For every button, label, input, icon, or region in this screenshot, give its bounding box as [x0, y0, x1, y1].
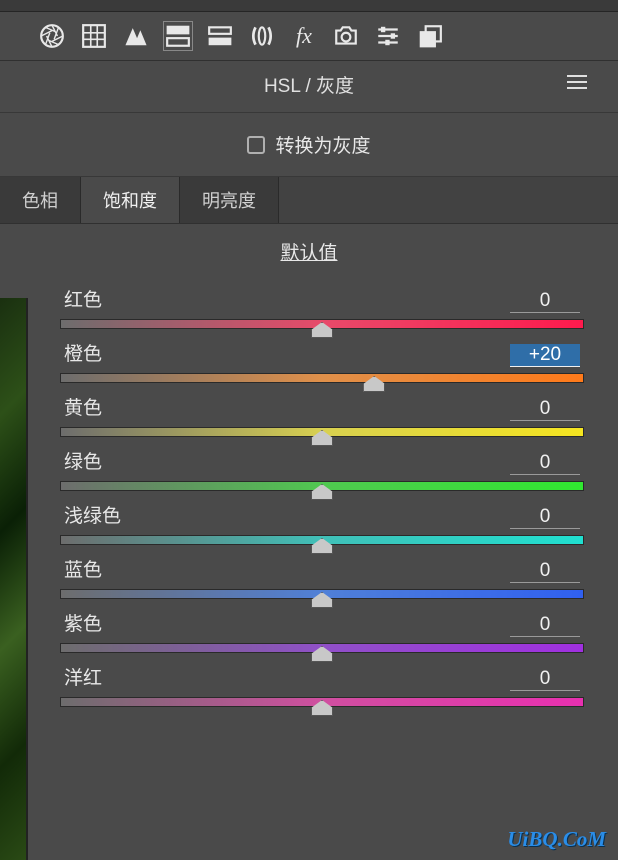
slider-thumb-green[interactable] [311, 484, 333, 500]
slider-thumb-aqua[interactable] [311, 538, 333, 554]
slider-track-purple[interactable] [60, 643, 584, 653]
slider-value-aqua[interactable]: 0 [510, 506, 580, 529]
slider-thumb-red[interactable] [311, 322, 333, 338]
slider-track-magenta[interactable] [60, 697, 584, 707]
slider-value-magenta[interactable]: 0 [510, 668, 580, 691]
slider-row-green: 绿色 0 [60, 447, 584, 491]
slider-track-orange[interactable] [60, 373, 584, 383]
panel-toolbar: fx [0, 12, 618, 61]
slider-thumb-magenta[interactable] [311, 700, 333, 716]
slider-track-aqua[interactable] [60, 535, 584, 545]
stack-icon[interactable] [416, 22, 444, 50]
slider-track-green[interactable] [60, 481, 584, 491]
slider-label-aqua: 浅绿色 [64, 501, 121, 528]
panel-menu-icon[interactable] [566, 74, 588, 95]
triangles-icon[interactable] [122, 22, 150, 50]
panel-title: HSL / 灰度 [30, 71, 588, 98]
slider-value-green[interactable]: 0 [510, 452, 580, 475]
rows-alt-icon[interactable] [206, 22, 234, 50]
slider-row-magenta: 洋红 0 [60, 663, 584, 707]
slider-value-purple[interactable]: 0 [510, 614, 580, 637]
slider-label-yellow: 黄色 [64, 393, 102, 420]
camera-icon[interactable] [332, 22, 360, 50]
slider-label-orange: 橙色 [64, 339, 102, 366]
top-divider [0, 0, 618, 12]
slider-value-orange[interactable]: +20 [510, 344, 580, 367]
slider-label-red: 红色 [64, 285, 102, 312]
fx-icon[interactable]: fx [290, 22, 318, 50]
slider-track-yellow[interactable] [60, 427, 584, 437]
grayscale-checkbox[interactable] [247, 136, 265, 154]
slider-track-red[interactable] [60, 319, 584, 329]
grid-icon[interactable] [80, 22, 108, 50]
slider-row-aqua: 浅绿色 0 [60, 501, 584, 545]
slider-thumb-purple[interactable] [311, 646, 333, 662]
tab-saturation[interactable]: 饱和度 [81, 177, 180, 223]
panel-header: HSL / 灰度 [0, 61, 618, 113]
rows-icon[interactable] [164, 22, 192, 50]
slider-label-blue: 蓝色 [64, 555, 102, 582]
slider-row-yellow: 黄色 0 [60, 393, 584, 437]
sliders-icon[interactable] [374, 22, 402, 50]
slider-row-red: 红色 0 [60, 285, 584, 329]
slider-row-blue: 蓝色 0 [60, 555, 584, 599]
slider-row-purple: 紫色 0 [60, 609, 584, 653]
sliders-container: 红色 0 橙色 +20 黄色 0 绿色 0 浅绿色 0 蓝色 0 紫色 0 洋红 0 [0, 285, 618, 707]
image-preview-edge [0, 298, 28, 860]
aperture-icon[interactable] [38, 22, 66, 50]
grayscale-label: 转换为灰度 [275, 131, 370, 158]
slider-value-yellow[interactable]: 0 [510, 398, 580, 421]
slider-label-purple: 紫色 [64, 609, 102, 636]
hsl-tabs: 色相 饱和度 明亮度 [0, 177, 618, 224]
slider-thumb-blue[interactable] [311, 592, 333, 608]
slider-value-red[interactable]: 0 [510, 290, 580, 313]
slider-track-blue[interactable] [60, 589, 584, 599]
grayscale-row: 转换为灰度 [0, 113, 618, 177]
slider-label-magenta: 洋红 [64, 663, 102, 690]
slider-thumb-yellow[interactable] [311, 430, 333, 446]
slider-value-blue[interactable]: 0 [510, 560, 580, 583]
slider-thumb-orange[interactable] [363, 376, 385, 392]
tab-luminance[interactable]: 明亮度 [180, 177, 279, 223]
default-link[interactable]: 默认值 [0, 224, 618, 275]
slider-label-green: 绿色 [64, 447, 102, 474]
lens-icon[interactable] [248, 22, 276, 50]
slider-row-orange: 橙色 +20 [60, 339, 584, 383]
tab-hue[interactable]: 色相 [0, 177, 81, 223]
watermark: UiBQ.CoM [507, 827, 606, 852]
